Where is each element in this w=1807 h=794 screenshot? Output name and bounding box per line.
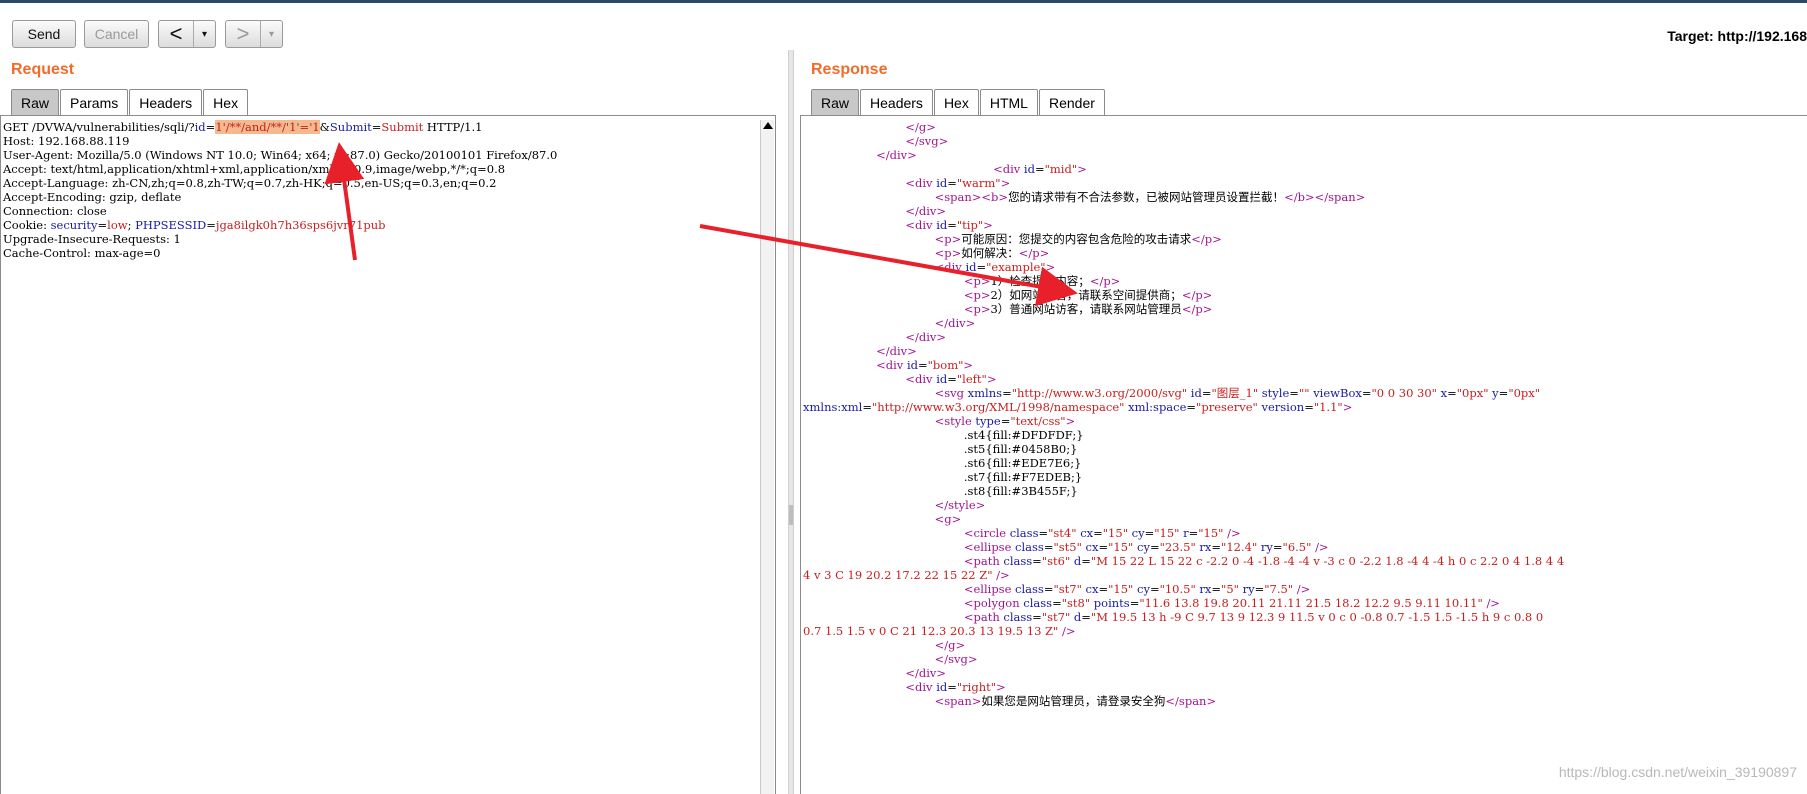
response-line: .st5{fill:#0458B0;}: [803, 442, 1078, 456]
response-line: <polygon class="st8" points="11.6 13.8 1…: [963, 596, 1500, 610]
cancel-button[interactable]: Cancel: [84, 20, 149, 48]
response-line: <style type="text/css">: [934, 414, 1076, 428]
response-line: <path class="st6" d="M 15 22 L 15 22 c -…: [963, 554, 1565, 568]
response-line: </div>: [876, 148, 917, 162]
response-line: <p>3）普通网站访客，请联系网站管理员</p>: [963, 302, 1213, 316]
back-button[interactable]: < ▾: [158, 20, 216, 48]
header-line: Connection: close: [3, 204, 107, 218]
response-tab-headers[interactable]: Headers: [860, 89, 933, 115]
response-line: </svg>: [934, 652, 978, 666]
forward-button[interactable]: > ▾: [225, 20, 283, 48]
response-line: </div>: [876, 344, 917, 358]
request-tab-params[interactable]: Params: [60, 89, 129, 115]
response-line: <svg xmlns="http://www.w3.org/2000/svg" …: [934, 386, 1541, 400]
response-tabs: Raw Headers Hex HTML Render: [811, 89, 1106, 115]
request-tab-headers[interactable]: Headers: [129, 89, 203, 115]
response-line: <path class="st7" d="M 19.5 13 h -9 C 9.…: [963, 610, 1544, 624]
scroll-up-icon[interactable]: [763, 122, 773, 129]
header-line: Accept: text/html,application/xhtml+xml,…: [3, 162, 506, 176]
response-line: <p>1）检查提交内容；</p>: [963, 274, 1121, 288]
response-line: 0.7 1.5 1.5 v 0 C 21 12.3 20.3 13 19.5 1…: [803, 624, 1076, 638]
response-line: <div id="left">: [905, 372, 997, 386]
response-line: <span><b>您的请求带有不合法参数，已被网站管理员设置拦截！</b></s…: [934, 190, 1366, 204]
back-arrow-icon: <: [169, 21, 183, 46]
response-line: <p>如何解决：</p>: [934, 246, 1050, 260]
response-line: </div>: [905, 666, 947, 680]
response-line: <g>: [934, 512, 962, 526]
request-scrollbar[interactable]: [760, 120, 774, 794]
header-line: Cache-Control: max-age=0: [3, 246, 161, 260]
pane-splitter[interactable]: [788, 50, 794, 794]
header-line: Accept-Language: zh-CN,zh;q=0.8,zh-TW;q=…: [3, 176, 497, 190]
response-line: </style>: [934, 498, 986, 512]
response-line: </svg>: [905, 134, 949, 148]
send-button[interactable]: Send: [12, 20, 76, 48]
response-tab-hex[interactable]: Hex: [933, 89, 979, 115]
response-line: <ellipse class="st5" cx="15" cy="23.5" r…: [963, 540, 1329, 554]
response-line: </div>: [934, 316, 976, 330]
request-tab-raw[interactable]: Raw: [11, 89, 60, 115]
response-line: .st4{fill:#DFDFDF;}: [803, 428, 1084, 442]
response-line: </g>: [905, 120, 936, 134]
toolbar: Send Cancel < ▾ > ▾ Target: http://192.1…: [0, 3, 1807, 58]
header-line: Upgrade-Insecure-Requests: 1: [3, 232, 181, 246]
splitter-grip[interactable]: [789, 505, 793, 525]
response-line: <div id="example">: [934, 260, 1056, 274]
request-tab-hex[interactable]: Hex: [203, 89, 249, 115]
response-line: .st7{fill:#F7EDEB;}: [803, 470, 1083, 484]
response-line: </g>: [934, 638, 966, 652]
request-text: GET /DVWA/vulnerabilities/sqli/?id=1'/**…: [3, 120, 557, 260]
header-line: Host: 192.168.88.119: [3, 134, 130, 148]
response-line: <p>可能原因：您提交的内容包含危险的攻击请求</p>: [934, 232, 1222, 246]
response-tab-raw[interactable]: Raw: [811, 89, 860, 115]
response-line: </div>: [905, 330, 947, 344]
request-tabs: Raw Params Headers Hex: [11, 89, 249, 115]
response-line: 4 v 3 C 19 20.2 17.2 22 15 22 Z" />: [803, 568, 1010, 582]
response-line: <div id="tip">: [905, 218, 993, 232]
response-line: xmlns:xml="http://www.w3.org/XML/1998/na…: [803, 400, 1353, 414]
response-title: Response: [811, 61, 888, 78]
request-editor[interactable]: GET /DVWA/vulnerabilities/sqli/?id=1'/**…: [0, 115, 776, 794]
response-line: <div id="bom">: [876, 358, 974, 372]
response-line: <span>如果您是网站管理员，请登录安全狗</span>: [934, 694, 1217, 708]
header-line: User-Agent: Mozilla/5.0 (Windows NT 10.0…: [3, 148, 558, 162]
response-tab-render[interactable]: Render: [1038, 89, 1105, 115]
response-line: <div id="right">: [905, 680, 1006, 694]
watermark: https://blog.csdn.net/weixin_39190897: [1558, 764, 1797, 780]
cookie-line: Cookie: security=low; PHPSESSID=jga8ilgk…: [3, 218, 386, 232]
forward-arrow-icon: >: [236, 21, 250, 46]
response-line: <ellipse class="st7" cx="15" cy="10.5" r…: [963, 582, 1311, 596]
response-line: .st6{fill:#EDE7E6;}: [803, 456, 1082, 470]
response-line: .st8{fill:#3B455F;}: [803, 484, 1078, 498]
response-line: <p>2）如网站托管，请联系空间提供商；</p>: [963, 288, 1213, 302]
response-line: </div>: [905, 204, 947, 218]
response-text: </g> </svg> </div> <div id="mid"> <div i…: [803, 120, 1564, 708]
dropdown-icon[interactable]: ▾: [193, 21, 215, 47]
response-line: <div id="mid">: [993, 162, 1087, 176]
response-editor[interactable]: </g> </svg> </div> <div id="mid"> <div i…: [800, 115, 1807, 794]
response-tab-html[interactable]: HTML: [979, 89, 1038, 115]
dropdown-icon[interactable]: ▾: [260, 21, 282, 47]
target-label: Target: http://192.168: [1667, 28, 1807, 44]
request-line: GET /DVWA/vulnerabilities/sqli/?id=1'/**…: [3, 120, 483, 134]
payload-highlight: 1'/**/and/**/'1'='1: [215, 120, 320, 134]
request-title: Request: [11, 61, 75, 78]
header-line: Accept-Encoding: gzip, deflate: [3, 190, 182, 204]
response-line: <circle class="st4" cx="15" cy="15" r="1…: [963, 526, 1241, 540]
response-line: <div id="warm">: [905, 176, 1011, 190]
